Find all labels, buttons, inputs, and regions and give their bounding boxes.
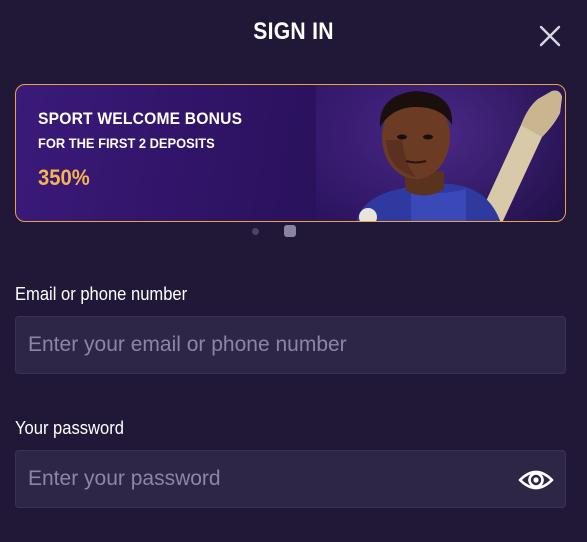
close-icon [539, 25, 561, 47]
promo-banner[interactable]: SPORT WELCOME BONUS FOR THE FIRST 2 DEPO… [15, 84, 566, 222]
carousel-dot-1[interactable] [252, 228, 259, 235]
email-field-container [15, 316, 566, 374]
bonus-title: SPORT WELCOME BONUS [38, 109, 243, 128]
close-button[interactable] [536, 22, 564, 50]
carousel-dot-2-active[interactable] [284, 225, 296, 237]
email-label: Email or phone number [15, 284, 188, 304]
email-input[interactable] [28, 317, 508, 373]
sign-in-modal: SIGN IN SPORT WELCOME BONUS FOR THE FIRS… [0, 0, 587, 542]
eye-icon [518, 470, 554, 490]
bonus-subtitle: FOR THE FIRST 2 DEPOSITS [38, 135, 215, 151]
cricket-player-image [356, 90, 562, 221]
password-label: Your password [15, 418, 124, 438]
password-field-container [15, 450, 566, 508]
modal-title: SIGN IN [253, 18, 334, 45]
password-input[interactable] [28, 451, 508, 507]
banner-text: SPORT WELCOME BONUS FOR THE FIRST 2 DEPO… [38, 109, 260, 191]
password-visibility-toggle[interactable] [518, 466, 554, 494]
bonus-percent: 350% [38, 165, 90, 190]
carousel-dots [0, 225, 587, 239]
